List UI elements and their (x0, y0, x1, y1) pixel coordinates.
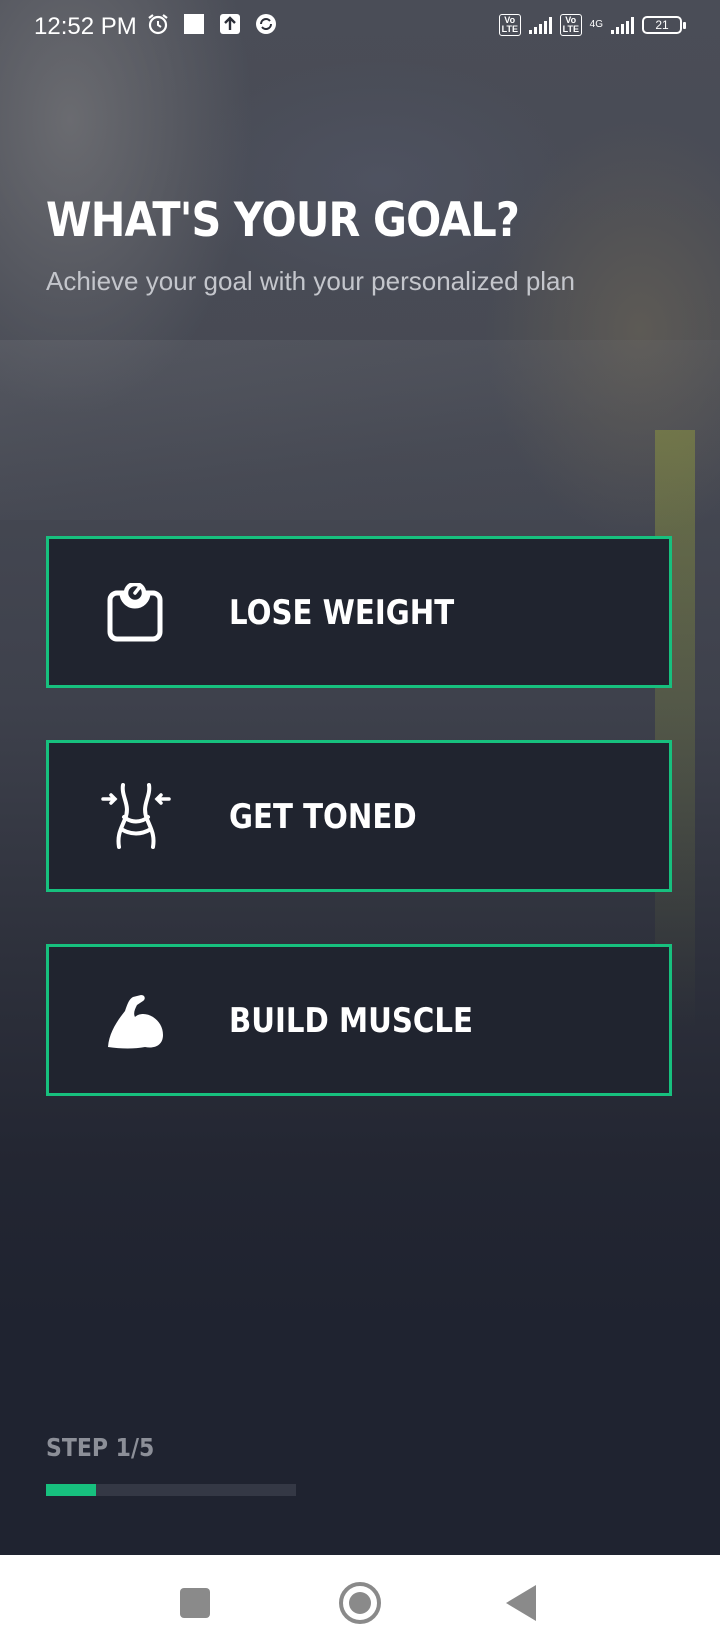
goal-option-lose-weight[interactable]: LOSE WEIGHT (46, 536, 672, 688)
notification-icons (146, 12, 278, 36)
system-status-icons: Vo LTE Vo LTE 4G 21 (498, 14, 686, 36)
back-triangle-icon[interactable] (500, 1580, 546, 1626)
recents-square-icon[interactable] (172, 1580, 218, 1626)
page-subtitle: Achieve your goal with your personalized… (46, 266, 575, 296)
signal-icon (611, 16, 634, 34)
home-circle-icon[interactable] (337, 1580, 383, 1626)
photo-highlight (655, 430, 695, 1030)
goal-option-build-muscle[interactable]: BUILD MUSCLE (46, 944, 672, 1096)
step-indicator: STEP 1/5 (46, 1433, 155, 1462)
upload-icon (220, 14, 240, 34)
photo-overlay (0, 340, 720, 520)
square-notification-icon (184, 14, 204, 34)
flexed-bicep-icon (108, 995, 163, 1049)
network-type-label: 4G (589, 19, 603, 30)
volte-icon: Vo LTE (559, 14, 582, 36)
progress-bar-fill (46, 1484, 96, 1496)
alarm-icon (148, 14, 168, 35)
battery-icon: 21 (642, 16, 686, 34)
progress-bar (46, 1484, 296, 1496)
waist-icon (101, 783, 171, 849)
goal-label: LOSE WEIGHT (229, 593, 455, 633)
volte-icon: Vo LTE (498, 14, 521, 36)
goal-label: BUILD MUSCLE (229, 1001, 473, 1041)
status-time: 12:52 PM (34, 13, 137, 40)
sync-icon (256, 14, 276, 34)
system-nav-bar (0, 1555, 720, 1650)
page-title: WHAT'S YOUR GOAL? (46, 193, 520, 248)
status-bar: 12:52 PM Vo LTE Vo LTE 4G 21 (0, 0, 720, 56)
signal-icon (528, 16, 552, 34)
goal-label: GET TONED (229, 797, 417, 837)
goal-option-get-toned[interactable]: GET TONED (46, 740, 672, 892)
scale-icon (107, 583, 163, 642)
